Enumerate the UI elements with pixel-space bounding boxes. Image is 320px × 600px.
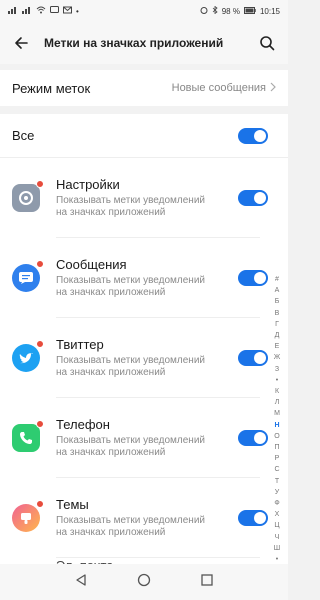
status-bar: • 98 % 10:15	[0, 0, 288, 22]
signal-icon	[8, 6, 18, 16]
badge-mode-row[interactable]: Режим меток Новые сообщения	[0, 70, 288, 106]
index-letter[interactable]: Ш	[272, 543, 282, 554]
bluetooth-icon	[212, 5, 218, 16]
index-letter[interactable]: В	[272, 308, 282, 319]
badge-mode-label: Режим меток	[12, 80, 91, 96]
navigation-bar	[0, 564, 288, 600]
index-letter[interactable]: Р	[272, 453, 282, 464]
index-letter[interactable]: М	[272, 408, 282, 419]
nav-recents-icon[interactable]	[200, 573, 214, 592]
more-icon: •	[76, 6, 79, 16]
app-bar: Метки на значках приложений	[0, 22, 288, 64]
badge-mode-value: Новые сообщения	[171, 82, 266, 94]
twitter-icon	[12, 340, 44, 372]
index-letter[interactable]: Х	[272, 509, 282, 520]
index-letter[interactable]: Ч	[272, 532, 282, 543]
app-name: Сообщения	[56, 257, 127, 272]
index-letter[interactable]: Ф	[272, 498, 282, 509]
index-letter[interactable]: Д	[272, 330, 282, 341]
index-letter[interactable]: Л	[272, 397, 282, 408]
list-item-twitter: Твиттер Показывать метки уведомлений на …	[0, 318, 288, 398]
messages-badge-toggle[interactable]	[238, 270, 268, 286]
notification-badge-dot	[36, 340, 44, 348]
list-item-settings: Настройки Показывать метки уведомлений н…	[0, 158, 288, 238]
email-notification-icon	[63, 6, 72, 16]
all-apps-toggle[interactable]	[238, 127, 268, 144]
app-description: Показывать метки уведомлений на значках …	[56, 195, 206, 218]
themes-icon	[12, 500, 44, 532]
notification-badge-dot	[36, 420, 44, 428]
app-name: Телефон	[56, 417, 110, 432]
list-item-messages: Сообщения Показывать метки уведомлений н…	[0, 238, 288, 318]
app-description: Показывать метки уведомлений на значках …	[56, 515, 206, 538]
index-letter[interactable]: Е	[272, 341, 282, 352]
apps-list-card: Все Настройки Показывать метки уведомлен…	[0, 114, 288, 576]
clock: 10:15	[259, 6, 280, 16]
app-text: Телефон Показывать метки уведомлений на …	[56, 417, 216, 459]
app-name: Темы	[56, 497, 89, 512]
list-item-phone: Телефон Показывать метки уведомлений на …	[0, 398, 288, 478]
index-letter[interactable]: О	[272, 431, 282, 442]
index-letter[interactable]: Б	[272, 296, 282, 307]
app-name: Настройки	[56, 177, 120, 192]
page-title: Метки на значках приложений	[44, 36, 224, 50]
index-letter[interactable]: Н	[272, 420, 282, 431]
all-apps-label: Все	[12, 128, 35, 143]
nav-home-icon[interactable]	[137, 573, 151, 592]
settings-badge-toggle[interactable]	[238, 190, 268, 206]
index-letter[interactable]: А	[272, 285, 282, 296]
index-letter[interactable]: #	[272, 274, 282, 285]
index-letter[interactable]: Г	[272, 319, 282, 330]
index-letter[interactable]: З	[272, 364, 282, 375]
index-letter[interactable]: С	[272, 464, 282, 475]
app-text: Сообщения Показывать метки уведомлений н…	[56, 257, 216, 299]
index-letter[interactable]: •	[272, 375, 282, 386]
index-letter[interactable]: Ц	[272, 520, 282, 531]
phone-icon	[12, 420, 44, 452]
index-letter[interactable]: Ж	[272, 352, 282, 363]
chat-notification-icon	[50, 6, 59, 16]
app-text: Твиттер Показывать метки уведомлений на …	[56, 337, 216, 379]
divider	[56, 557, 260, 558]
notification-badge-dot	[36, 180, 44, 188]
app-text: Темы Показывать метки уведомлений на зна…	[56, 497, 216, 539]
app-description: Показывать метки уведомлений на значках …	[56, 435, 206, 458]
back-arrow-icon[interactable]	[10, 32, 32, 54]
alarm-icon	[200, 6, 208, 16]
notification-badge-dot	[36, 500, 44, 508]
notification-badge-dot	[36, 260, 44, 268]
search-icon[interactable]	[256, 32, 278, 54]
nav-back-icon[interactable]	[74, 573, 88, 592]
app-text: Настройки Показывать метки уведомлений н…	[56, 177, 216, 219]
app-description: Показывать метки уведомлений на значках …	[56, 275, 206, 298]
all-apps-row: Все	[0, 114, 288, 158]
battery-level: 98 %	[221, 6, 240, 16]
index-letter[interactable]: Т	[272, 476, 282, 487]
index-letter[interactable]: У	[272, 487, 282, 498]
status-right: 98 % 10:15	[200, 5, 280, 16]
status-left: •	[8, 6, 79, 16]
index-letter[interactable]: П	[272, 442, 282, 453]
wifi-icon	[36, 6, 46, 16]
themes-badge-toggle[interactable]	[238, 510, 268, 526]
alphabet-index[interactable]: #АБВГДЕЖЗ•КЛМНОПРСТУФХЦЧШ•ЭЮЯ	[272, 274, 282, 576]
badge-mode-value-group: Новые сообщения	[172, 82, 276, 95]
battery-icon	[243, 6, 256, 16]
twitter-badge-toggle[interactable]	[238, 350, 268, 366]
phone-badge-toggle[interactable]	[238, 430, 268, 446]
chevron-right-icon	[270, 82, 276, 95]
messages-icon	[12, 260, 44, 292]
list-item-themes: Темы Показывать метки уведомлений на зна…	[0, 478, 288, 558]
settings-icon	[12, 180, 44, 212]
signal-icon-2	[22, 6, 32, 16]
index-letter[interactable]: К	[272, 386, 282, 397]
app-description: Показывать метки уведомлений на значках …	[56, 355, 206, 378]
app-name: Твиттер	[56, 337, 104, 352]
